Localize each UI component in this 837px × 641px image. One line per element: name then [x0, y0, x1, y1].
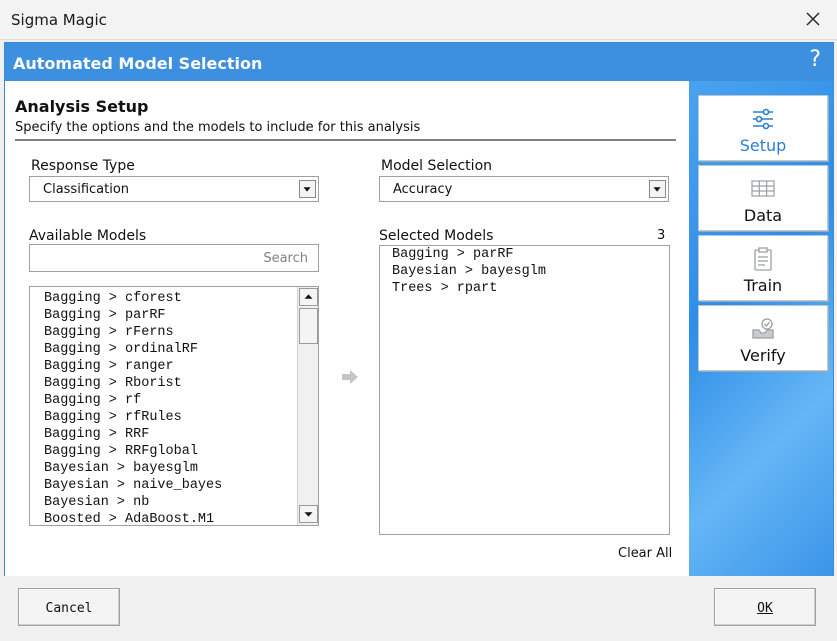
list-item[interactable]: Bagging > parRF: [392, 246, 514, 263]
available-models-label: Available Models: [29, 228, 147, 244]
list-item[interactable]: Bagging > parRF: [44, 307, 166, 324]
sidebar-item-label: Verify: [740, 346, 786, 365]
list-item[interactable]: Bagging > cforest: [44, 290, 182, 307]
search-input[interactable]: [30, 245, 318, 271]
scroll-thumb[interactable]: [299, 308, 318, 344]
chevron-down-icon[interactable]: [299, 180, 316, 198]
clear-all-button[interactable]: Clear All: [618, 546, 672, 561]
search-box[interactable]: [29, 244, 319, 272]
sidebar-item-label: Setup: [739, 136, 787, 155]
inbox-check-icon: [752, 318, 774, 339]
scroll-down-icon[interactable]: [299, 505, 318, 523]
dialog-frame: Automated Model Selection ? Analysis Set…: [4, 42, 834, 576]
clipboard-icon: [754, 247, 772, 271]
chevron-down-icon[interactable]: [649, 180, 666, 198]
section-divider: [15, 139, 676, 141]
sidebar-item-label: Train: [743, 276, 783, 295]
dialog-header: Automated Model Selection ?: [5, 43, 833, 81]
add-model-arrow-icon[interactable]: [341, 370, 359, 384]
model-selection-value: Accuracy: [393, 182, 453, 197]
sidebar-item-verify[interactable]: Verify: [698, 305, 828, 371]
list-item[interactable]: Boosted > AdaBoost.M1: [44, 511, 214, 525]
sliders-icon: [753, 108, 773, 130]
section-subtitle: Specify the options and the models to in…: [15, 120, 421, 135]
list-item[interactable]: Bagging > rfRules: [44, 409, 182, 426]
available-models-scrollbar[interactable]: [297, 287, 318, 525]
close-icon[interactable]: [803, 8, 823, 30]
list-item[interactable]: Bagging > RRF: [44, 426, 149, 443]
model-selection-dropdown[interactable]: Accuracy: [379, 176, 669, 202]
sidebar-item-data[interactable]: Data: [698, 165, 828, 231]
response-type-label: Response Type: [31, 158, 135, 174]
window-titlebar: Sigma Magic: [0, 0, 837, 40]
scroll-up-icon[interactable]: [299, 288, 318, 306]
list-item[interactable]: Bayesian > naive_bayes: [44, 477, 222, 494]
list-item[interactable]: Bayesian > bayesglm: [44, 460, 198, 477]
dialog-footer: Cancel OK: [0, 576, 837, 641]
list-item[interactable]: Bayesian > nb: [44, 494, 149, 511]
list-item[interactable]: Bagging > ordinalRF: [44, 341, 198, 358]
ok-button[interactable]: OK: [714, 588, 816, 626]
main-panel: Analysis Setup Specify the options and t…: [5, 81, 689, 576]
selected-models-list[interactable]: Bagging > parRF Bayesian > bayesglm Tree…: [379, 245, 670, 535]
list-item[interactable]: Trees > rpart: [392, 280, 497, 297]
selected-models-label: Selected Models: [379, 228, 494, 244]
cancel-button-label: Cancel: [45, 601, 93, 616]
sidebar-item-setup[interactable]: Setup: [698, 95, 828, 161]
list-item[interactable]: Bagging > rFerns: [44, 324, 174, 341]
sidebar-item-train[interactable]: Train: [698, 235, 828, 301]
response-type-value: Classification: [43, 182, 130, 197]
dialog-title: Automated Model Selection: [13, 54, 263, 73]
table-icon: [751, 180, 775, 197]
available-models-list[interactable]: Bagging > cforest Bagging > parRF Baggin…: [29, 286, 319, 526]
selected-models-count: 3: [657, 228, 666, 243]
list-item[interactable]: Bagging > ranger: [44, 358, 174, 375]
list-item[interactable]: Bayesian > bayesglm: [392, 263, 546, 280]
list-item[interactable]: Bagging > RRFglobal: [44, 443, 198, 460]
ok-button-label: OK: [757, 601, 773, 616]
help-icon[interactable]: ?: [809, 47, 821, 72]
window-title: Sigma Magic: [11, 11, 107, 29]
section-title: Analysis Setup: [15, 97, 149, 116]
sidebar-item-label: Data: [743, 206, 783, 225]
model-selection-label: Model Selection: [381, 158, 493, 174]
response-type-dropdown[interactable]: Classification: [29, 176, 319, 202]
list-item[interactable]: Bagging > Rborist: [44, 375, 182, 392]
cancel-button[interactable]: Cancel: [18, 588, 120, 626]
sidebar: Setup Data Train Verify: [689, 81, 833, 576]
list-item[interactable]: Bagging > rf: [44, 392, 141, 409]
